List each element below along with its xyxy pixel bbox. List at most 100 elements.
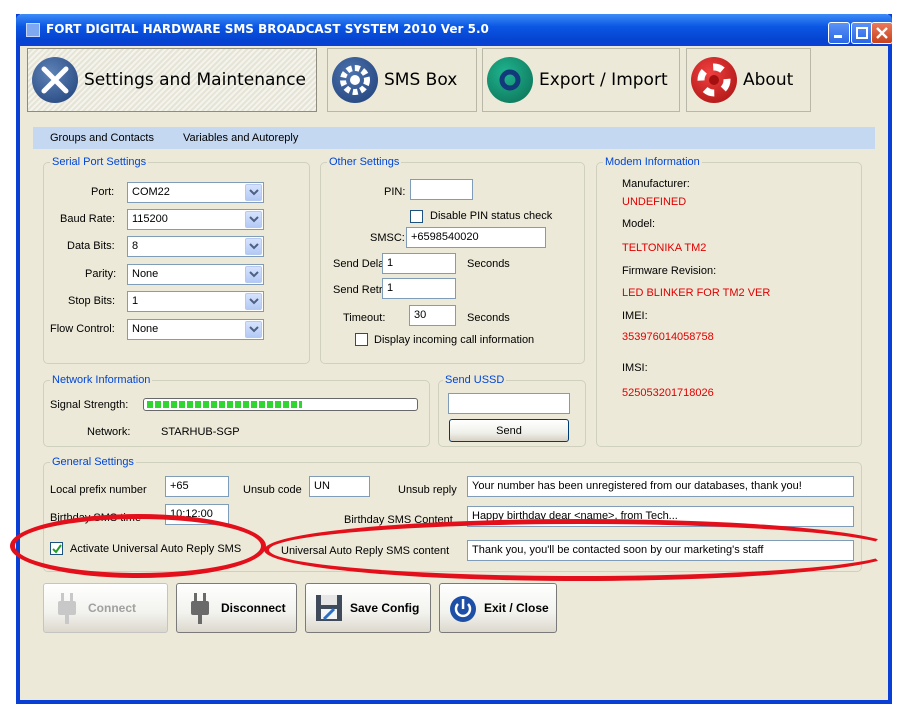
local-prefix-input[interactable]: +65 — [165, 476, 229, 497]
send-delay-input[interactable]: 1 — [382, 253, 456, 274]
stop-bits-select[interactable]: 1 — [127, 291, 264, 312]
birthday-content-value: Happy birthday dear <name>, from Tech... — [472, 510, 678, 522]
wrench-screwdriver-icon — [32, 57, 78, 103]
network-label: Network: — [87, 426, 131, 438]
chevron-down-icon[interactable] — [245, 211, 262, 228]
ussd-input[interactable] — [448, 393, 570, 414]
exit-close-label: Exit / Close — [484, 601, 549, 615]
display-incoming-checkbox[interactable] — [355, 333, 368, 346]
baud-rate-select[interactable]: 115200 — [127, 209, 264, 230]
smsc-label: SMSC: — [370, 232, 405, 244]
disconnect-label: Disconnect — [221, 601, 286, 615]
tab-sms-box[interactable]: SMS Box — [327, 48, 477, 112]
birthday-time-input[interactable]: 10:12:00 — [165, 504, 229, 525]
local-prefix-value: +65 — [170, 480, 189, 492]
tab-settings-and-maintenance[interactable]: Settings and Maintenance — [27, 48, 317, 112]
subtab-groups-and-contacts[interactable]: Groups and Contacts — [50, 132, 154, 144]
signal-strength-fill — [147, 401, 302, 408]
disconnect-button[interactable]: Disconnect — [176, 583, 297, 633]
data-bits-select[interactable]: 8 — [127, 236, 264, 257]
send-delay-value: 1 — [387, 257, 394, 269]
auto-reply-content-value: Thank you, you'll be contacted soon by o… — [472, 544, 764, 556]
save-config-button[interactable]: Save Config — [305, 583, 431, 633]
subtab-variables-and-autoreply[interactable]: Variables and Autoreply — [183, 132, 298, 144]
minimize-icon — [834, 35, 842, 38]
unsub-code-label: Unsub code — [243, 484, 302, 496]
maximize-button[interactable] — [851, 22, 873, 44]
smsc-input[interactable]: +6598540020 — [406, 227, 546, 248]
network-value: STARHUB-SGP — [161, 426, 240, 438]
parity-value: None — [132, 268, 159, 280]
close-button[interactable] — [871, 22, 893, 44]
baud-rate-value: 115200 — [132, 213, 168, 225]
power-icon — [448, 591, 478, 625]
send-retry-input[interactable]: 1 — [382, 278, 456, 299]
manufacturer-value: UNDEFINED — [622, 196, 687, 208]
signal-strength-label: Signal Strength: — [50, 399, 129, 411]
timeout-label: Timeout: — [343, 312, 386, 324]
window-title: FORT DIGITAL HARDWARE SMS BROADCAST SYST… — [46, 22, 489, 36]
gear-icon — [332, 57, 378, 103]
unsub-code-input[interactable]: UN — [309, 476, 370, 497]
timeout-input[interactable]: 30 — [409, 305, 456, 326]
flow-control-select[interactable]: None — [127, 319, 264, 340]
minimize-button[interactable] — [828, 22, 850, 44]
plug-icon — [185, 591, 215, 625]
save-config-label: Save Config — [350, 601, 420, 615]
chevron-down-icon[interactable] — [245, 321, 262, 338]
send-retry-value: 1 — [387, 282, 394, 294]
unsub-code-value: UN — [314, 480, 330, 492]
imsi-label: IMSI: — [622, 362, 648, 374]
subtab-bar: Groups and Contacts Variables and Autore… — [33, 127, 875, 149]
port-select[interactable]: COM22 — [127, 182, 264, 203]
pin-input[interactable] — [410, 179, 473, 200]
timeout-value: 30 — [414, 309, 427, 321]
auto-reply-checkbox[interactable] — [50, 542, 63, 555]
exit-close-button[interactable]: Exit / Close — [439, 583, 557, 633]
imei-value: 353976014058758 — [622, 331, 714, 343]
tab-label: About — [743, 70, 794, 90]
title-bar[interactable]: FORT DIGITAL HARDWARE SMS BROADCAST SYST… — [16, 14, 893, 46]
birthday-time-label: Birthday SMS time — [50, 512, 142, 524]
disable-pin-label: Disable PIN status check — [430, 210, 553, 222]
tab-label: Export / Import — [539, 70, 668, 90]
connect-button[interactable]: Connect — [43, 583, 168, 633]
stop-bits-value: 1 — [132, 295, 139, 307]
connect-label: Connect — [88, 601, 136, 615]
maximize-icon — [856, 27, 868, 39]
unsub-reply-input[interactable]: Your number has been unregistered from o… — [467, 476, 854, 497]
firmware-value: LED BLINKER FOR TM2 VER — [622, 287, 771, 299]
chevron-down-icon[interactable] — [245, 184, 262, 201]
chevron-down-icon[interactable] — [245, 266, 262, 283]
stop-bits-label: Stop Bits: — [68, 295, 116, 307]
unsub-reply-label: Unsub reply — [398, 484, 457, 496]
group-title: Other Settings — [327, 156, 402, 169]
flow-control-value: None — [132, 323, 159, 335]
birthday-time-value: 10:12:00 — [170, 508, 213, 520]
manufacturer-label: Manufacturer: — [622, 178, 690, 190]
model-label: Model: — [622, 218, 656, 230]
chevron-down-icon[interactable] — [245, 293, 262, 310]
ussd-send-button[interactable]: Send — [449, 419, 569, 442]
lifebuoy-icon — [691, 57, 737, 103]
group-title: Modem Information — [603, 156, 702, 169]
tab-about[interactable]: About — [686, 48, 811, 112]
auto-reply-content-input[interactable]: Thank you, you'll be contacted soon by o… — [467, 540, 854, 561]
data-bits-value: 8 — [132, 240, 139, 252]
flow-control-label: Flow Control: — [50, 323, 115, 335]
group-title: General Settings — [50, 456, 136, 469]
parity-select[interactable]: None — [127, 264, 264, 285]
baud-rate-label: Baud Rate: — [60, 213, 116, 225]
auto-reply-label: Activate Universal Auto Reply SMS — [70, 543, 242, 555]
tab-export-import[interactable]: Export / Import — [482, 48, 680, 112]
disable-pin-checkbox[interactable] — [410, 210, 423, 223]
birthday-content-input[interactable]: Happy birthday dear <name>, from Tech... — [467, 506, 854, 527]
signal-strength-bar — [143, 398, 418, 411]
unsub-reply-value: Your number has been unregistered from o… — [472, 480, 802, 492]
timeout-unit: Seconds — [467, 312, 510, 324]
data-bits-label: Data Bits: — [67, 240, 115, 252]
pin-label: PIN: — [384, 186, 406, 198]
chevron-down-icon[interactable] — [245, 238, 262, 255]
group-title: Send USSD — [443, 374, 507, 387]
group-title: Network Information — [50, 374, 153, 387]
